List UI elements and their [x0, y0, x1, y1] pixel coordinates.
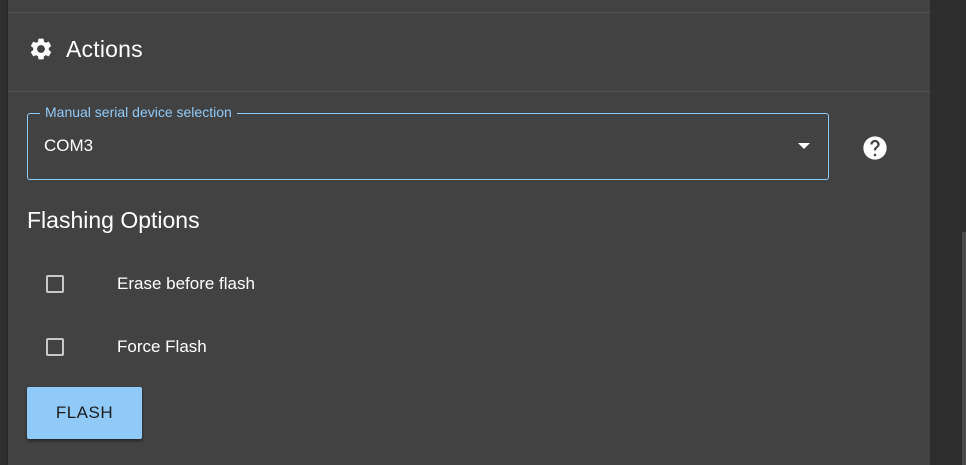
force-flash-checkbox[interactable] — [46, 338, 64, 356]
flashing-options-title: Flashing Options — [27, 207, 200, 233]
chevron-down-icon[interactable] — [798, 143, 810, 149]
help-button[interactable] — [861, 134, 889, 162]
erase-before-flash-checkbox[interactable] — [46, 275, 64, 293]
actions-panel: Actions Manual serial device selection C… — [8, 0, 930, 465]
panel-title: Actions — [66, 35, 143, 62]
serial-device-select-value: COM3 — [44, 136, 94, 155]
option-force-flash[interactable]: Force Flash — [46, 335, 207, 359]
right-gutter — [930, 0, 966, 465]
option-erase-before-flash[interactable]: Erase before flash — [46, 272, 255, 296]
header-divider — [8, 91, 930, 92]
help-circle-icon — [861, 136, 889, 166]
flash-button[interactable]: FLASH — [27, 387, 142, 439]
top-divider — [8, 12, 930, 13]
serial-device-select-label: Manual serial device selection — [40, 103, 237, 121]
left-gutter — [0, 0, 8, 465]
force-flash-label: Force Flash — [117, 337, 207, 356]
scrollbar-edge — [962, 232, 966, 465]
serial-device-select[interactable]: Manual serial device selection COM3 — [27, 103, 829, 180]
gear-icon — [28, 36, 54, 62]
app-window: Actions Manual serial device selection C… — [0, 0, 966, 465]
panel-header: Actions — [28, 32, 143, 66]
erase-before-flash-label: Erase before flash — [117, 274, 255, 293]
